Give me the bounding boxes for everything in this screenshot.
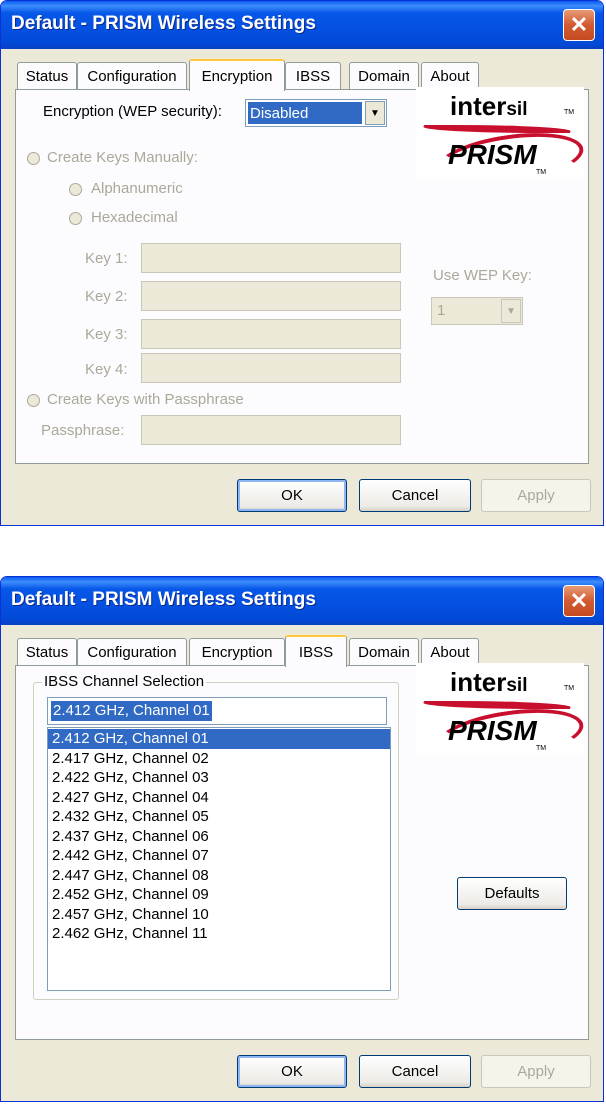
- channel-combo-value: 2.412 GHz, Channel 01: [51, 701, 212, 721]
- close-button[interactable]: ✕: [563, 9, 595, 41]
- encryption-label: Encryption (WEP security):: [43, 103, 222, 120]
- tab-ibss[interactable]: IBSS: [285, 62, 341, 89]
- create-keys-passphrase-label: Create Keys with Passphrase: [47, 391, 244, 408]
- cancel-button[interactable]: Cancel: [359, 1055, 471, 1088]
- apply-button[interactable]: Apply: [481, 1055, 591, 1088]
- list-item[interactable]: 2.462 GHz, Channel 11: [48, 924, 390, 944]
- key-2-field[interactable]: [141, 281, 401, 311]
- hexadecimal-label: Hexadecimal: [91, 209, 178, 226]
- logo-brand: intersil: [450, 667, 528, 697]
- key-3-field[interactable]: [141, 319, 401, 349]
- ibss-dialog-window: Default - PRISM Wireless Settings ✕ Stat…: [0, 576, 604, 1102]
- create-keys-manually-label: Create Keys Manually:: [47, 149, 198, 166]
- key-4-field[interactable]: [141, 353, 401, 383]
- logo-swoosh: [419, 125, 575, 133]
- key-2-label: Key 2:: [85, 288, 128, 305]
- close-icon: ✕: [569, 588, 589, 613]
- create-keys-passphrase-radio[interactable]: [27, 394, 40, 407]
- key-1-label: Key 1:: [85, 250, 128, 267]
- key-3-label: Key 3:: [85, 326, 128, 343]
- cancel-button[interactable]: Cancel: [359, 479, 471, 512]
- list-item[interactable]: 2.417 GHz, Channel 02: [48, 749, 390, 769]
- list-item[interactable]: 2.427 GHz, Channel 04: [48, 788, 390, 808]
- encryption-select-value: Disabled: [248, 102, 362, 124]
- intersil-prism-logo: intersil TM PRISM TM: [416, 87, 587, 194]
- key-1-field[interactable]: [141, 243, 401, 273]
- tab-about[interactable]: About: [421, 62, 479, 89]
- title-bar[interactable]: Default - PRISM Wireless Settings ✕: [1, 1, 603, 49]
- chevron-down-icon[interactable]: ▼: [501, 299, 521, 323]
- tab-domain[interactable]: Domain: [349, 62, 419, 89]
- key-4-label: Key 4:: [85, 361, 128, 378]
- apply-button[interactable]: Apply: [481, 479, 591, 512]
- ok-button[interactable]: OK: [237, 1055, 347, 1088]
- passphrase-label: Passphrase:: [41, 422, 125, 439]
- defaults-button[interactable]: Defaults: [457, 877, 567, 910]
- use-wep-key-label: Use WEP Key:: [433, 267, 532, 284]
- ok-button[interactable]: OK: [237, 479, 347, 512]
- logo-product: PRISM: [448, 139, 537, 170]
- channel-combo-input[interactable]: 2.412 GHz, Channel 01: [47, 697, 387, 725]
- alphanumeric-label: Alphanumeric: [91, 180, 183, 197]
- tab-status[interactable]: Status: [17, 638, 77, 665]
- logo-swoosh: [419, 701, 575, 709]
- tab-ibss[interactable]: IBSS: [285, 635, 347, 667]
- passphrase-field[interactable]: [141, 415, 401, 445]
- tab-about[interactable]: About: [421, 638, 479, 665]
- close-icon: ✕: [569, 12, 589, 37]
- list-item[interactable]: 2.447 GHz, Channel 08: [48, 866, 390, 886]
- tab-status[interactable]: Status: [17, 62, 77, 89]
- tab-configuration[interactable]: Configuration: [77, 638, 187, 665]
- logo-brand: intersil: [450, 91, 528, 121]
- tab-domain[interactable]: Domain: [349, 638, 419, 665]
- create-keys-manually-radio[interactable]: [27, 152, 40, 165]
- tab-encryption[interactable]: Encryption: [189, 59, 285, 91]
- intersil-prism-logo: intersil TM PRISM TM: [416, 663, 587, 770]
- list-item[interactable]: 2.442 GHz, Channel 07: [48, 846, 390, 866]
- chevron-down-icon[interactable]: ▼: [365, 101, 385, 125]
- logo-product: PRISM: [448, 715, 537, 746]
- window-title: Default - PRISM Wireless Settings: [11, 589, 316, 610]
- list-item[interactable]: 2.437 GHz, Channel 06: [48, 827, 390, 847]
- list-item[interactable]: 2.452 GHz, Channel 09: [48, 885, 390, 905]
- list-item[interactable]: 2.432 GHz, Channel 05: [48, 807, 390, 827]
- use-wep-key-value: 1: [437, 302, 446, 319]
- close-button[interactable]: ✕: [563, 585, 595, 617]
- list-item[interactable]: 2.457 GHz, Channel 10: [48, 905, 390, 925]
- list-item[interactable]: 2.412 GHz, Channel 01: [48, 729, 390, 749]
- use-wep-key-select[interactable]: 1 ▼: [431, 297, 523, 325]
- encryption-select[interactable]: Disabled ▼: [245, 99, 387, 127]
- list-item[interactable]: 2.422 GHz, Channel 03: [48, 768, 390, 788]
- window-title: Default - PRISM Wireless Settings: [11, 13, 316, 34]
- tab-configuration[interactable]: Configuration: [77, 62, 187, 89]
- hexadecimal-radio[interactable]: [69, 212, 82, 225]
- tab-encryption[interactable]: Encryption: [189, 638, 285, 665]
- alphanumeric-radio[interactable]: [69, 183, 82, 196]
- title-bar[interactable]: Default - PRISM Wireless Settings ✕: [1, 577, 603, 625]
- encryption-dialog-window: Default - PRISM Wireless Settings ✕ Stat…: [0, 0, 604, 526]
- ibss-channel-group-title: IBSS Channel Selection: [42, 673, 207, 690]
- channel-listbox[interactable]: 2.412 GHz, Channel 01 2.417 GHz, Channel…: [47, 727, 391, 991]
